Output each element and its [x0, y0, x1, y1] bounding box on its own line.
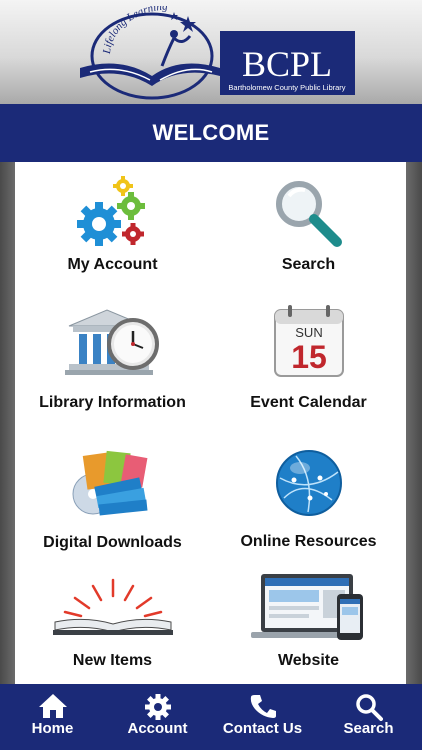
menu-grid: My Account Search Library Information SU…: [15, 162, 406, 684]
tile-label: Online Resources: [240, 533, 377, 550]
tile-label: Digital Downloads: [43, 534, 182, 551]
app-header: Lifelong Learning BCPL Bartholomew Count…: [0, 0, 422, 104]
tile-label: Library Information: [39, 394, 186, 411]
tile-label: New Items: [72, 652, 153, 669]
gears-icon: [76, 176, 145, 246]
tile-label: Website: [277, 652, 340, 669]
library-building-clock-icon: [64, 309, 159, 375]
svg-text:BCPL: BCPL: [242, 44, 332, 84]
svg-text:SUN: SUN: [295, 325, 322, 340]
tab-label: Account: [127, 720, 188, 737]
devices-icon: [250, 574, 363, 640]
books-disc-icon: [72, 450, 147, 516]
svg-text:Bartholomew County Public Libr: Bartholomew County Public Library: [228, 83, 345, 92]
tab-label: Home: [31, 720, 74, 737]
tile-event-calendar[interactable]: SUN 15 Event Calendar: [211, 302, 406, 432]
tile-library-information[interactable]: Library Information: [15, 302, 210, 432]
tile-digital-downloads[interactable]: Digital Downloads: [15, 442, 210, 572]
magnifier-icon: [275, 181, 342, 247]
tile-search[interactable]: Search: [211, 170, 406, 300]
tile-new-items[interactable]: New Items: [15, 566, 210, 696]
left-frame: [0, 162, 15, 684]
tile-label: Event Calendar: [250, 394, 367, 411]
gear-icon: [144, 694, 171, 720]
tab-home[interactable]: Home: [0, 684, 105, 750]
search-icon: [355, 694, 383, 721]
tile-online-resources[interactable]: Online Resources: [211, 442, 406, 572]
tab-label: Contact Us: [222, 720, 303, 737]
svg-text:15: 15: [291, 339, 327, 375]
open-book-icon: [52, 578, 173, 635]
tile-label: Search: [281, 256, 336, 273]
welcome-banner: WELCOME: [0, 104, 422, 162]
bcpl-logo: Lifelong Learning BCPL Bartholomew Count…: [80, 6, 355, 100]
tile-website[interactable]: Website: [211, 566, 406, 696]
phone-icon: [250, 695, 276, 718]
tile-my-account[interactable]: My Account: [15, 170, 210, 300]
home-icon: [38, 694, 67, 718]
tab-label: Search: [343, 720, 394, 737]
right-frame: [406, 162, 422, 684]
tab-contact-us[interactable]: Contact Us: [210, 684, 315, 750]
tab-account[interactable]: Account: [105, 684, 210, 750]
globe-icon: [275, 450, 342, 516]
tile-label: My Account: [67, 256, 158, 273]
calendar-icon: SUN 15: [273, 305, 344, 377]
tab-search[interactable]: Search: [316, 684, 421, 750]
bottom-tab-bar: Home Account Contact Us Search: [0, 684, 422, 750]
